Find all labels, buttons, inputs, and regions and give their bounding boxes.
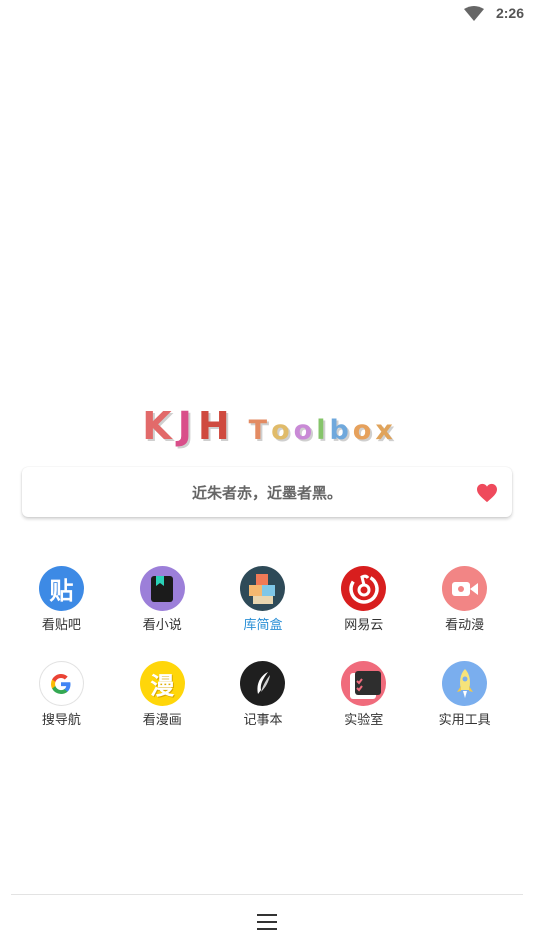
app-label: 看小说 [142, 618, 182, 633]
app-label: 看漫画 [142, 713, 182, 728]
app-tile[interactable]: 实验室 [313, 661, 414, 756]
app-label: 实用工具 [438, 713, 491, 728]
toolbox-icon[interactable] [240, 566, 286, 611]
app-row: 搜导航漫看漫画 记事本 实验室 实用工具 [11, 661, 515, 756]
logo-letter: o [293, 415, 313, 446]
comic-icon[interactable]: 漫 [139, 661, 185, 706]
lab-checklist-icon[interactable] [341, 661, 387, 706]
notebook-feather-icon[interactable] [240, 661, 286, 706]
app-tile[interactable]: 漫看漫画 [112, 661, 213, 756]
logo-letter: b [329, 415, 349, 446]
app-logo: KJHToolbox [0, 404, 534, 452]
logo-letter: x [375, 415, 393, 446]
novel-icon[interactable] [139, 566, 185, 611]
app-label: 看贴吧 [41, 618, 81, 633]
app-grid: 贴看贴吧 看小说 库简盒 网易云 看动漫 搜导航漫看漫画 记事本 实验室 实用工具 [11, 566, 515, 756]
logo-letter: T [248, 415, 268, 446]
google-icon[interactable] [38, 661, 84, 706]
menu-line [257, 921, 277, 923]
bottom-divider [11, 894, 523, 895]
wifi-icon [464, 6, 484, 21]
quote-text: 近朱者赤，近墨者黑。 [191, 484, 342, 502]
app-tile[interactable]: 网易云 [313, 566, 414, 661]
app-label: 库简盒 [243, 618, 283, 633]
tieba-icon[interactable]: 贴 [38, 566, 84, 611]
app-label: 网易云 [344, 618, 384, 633]
app-tile[interactable]: 库简盒 [213, 566, 314, 661]
logo-letter: K [142, 404, 172, 448]
netease-music-icon[interactable] [341, 566, 387, 611]
app-label: 实验室 [344, 713, 384, 728]
app-label: 看动漫 [445, 618, 485, 633]
video-camera-icon[interactable] [442, 566, 488, 611]
logo-letter: o [271, 415, 290, 446]
logo-letter: H [197, 404, 230, 448]
icon-glyph: 漫 [150, 672, 175, 700]
quote-card[interactable]: 近朱者赤，近墨者黑。 [22, 467, 512, 517]
app-tile[interactable]: 记事本 [213, 661, 314, 756]
app-tile[interactable]: 贴看贴吧 [11, 566, 112, 661]
status-bar: 2:26 [0, 0, 534, 28]
app-label: 搜导航 [41, 713, 81, 728]
logo-letter: o [352, 415, 372, 446]
heart-icon[interactable] [476, 483, 498, 503]
app-label: 记事本 [243, 713, 283, 728]
app-tile[interactable]: 实用工具 [414, 661, 515, 756]
logo-letter: l [316, 415, 326, 446]
icon-glyph: 贴 [49, 577, 74, 605]
logo-letter: J [177, 404, 192, 448]
app-tile[interactable]: 搜导航 [11, 661, 112, 756]
app-tile[interactable]: 看小说 [112, 566, 213, 661]
rocket-icon[interactable] [442, 661, 488, 706]
menu-line [257, 928, 277, 930]
app-tile[interactable]: 看动漫 [414, 566, 515, 661]
status-time: 2:26 [495, 5, 524, 21]
menu-line [257, 914, 277, 916]
app-row: 贴看贴吧 看小说 库简盒 网易云 看动漫 [11, 566, 515, 661]
menu-button[interactable] [257, 914, 277, 934]
